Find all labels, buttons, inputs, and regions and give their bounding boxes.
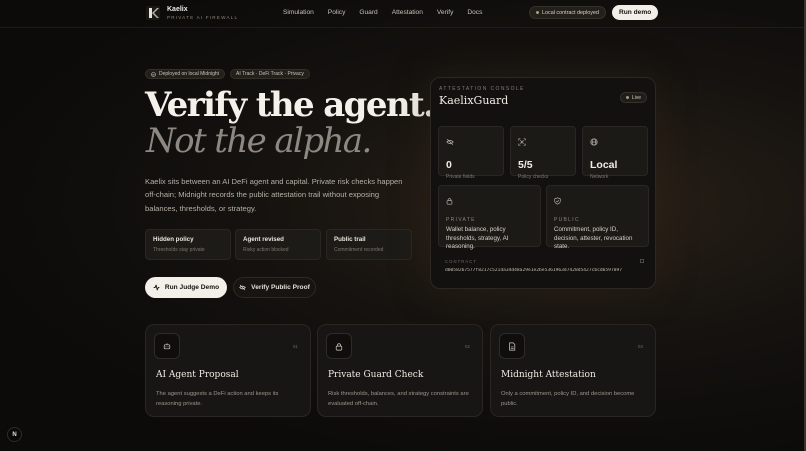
step-number: 01: [292, 344, 298, 349]
public-panel: PUBLIC Commitment, policy ID, decision, …: [546, 185, 649, 250]
bot-icon: [163, 343, 171, 350]
feature-title: Public trail: [334, 236, 366, 243]
feature-subtitle: Risky action blocked: [243, 247, 289, 253]
hero-title: Verify the agent.: [145, 85, 435, 125]
live-text: Live: [631, 94, 641, 101]
feature-card-agent-revised: Agent revised Risky action blocked: [235, 229, 321, 260]
step-description: The agent suggests a DeFi action and kee…: [156, 391, 279, 407]
step-title: AI Agent Proposal: [156, 370, 239, 380]
live-dot-icon: [625, 96, 629, 99]
private-heading: PRIVATE: [446, 217, 476, 223]
copy-icon[interactable]: [640, 259, 644, 263]
live-badge: Live: [619, 92, 647, 103]
step-description: Only a commitment, policy ID, and decisi…: [501, 391, 635, 407]
feature-card-hidden-policy: Hidden policy Thresholds stay private: [145, 229, 231, 260]
contract-status-badge: Local contract deployed: [529, 6, 606, 19]
contract-status-text: Local contract deployed: [542, 9, 599, 16]
nav-link-simulation[interactable]: Simulation: [283, 9, 314, 16]
nav-link-attestation[interactable]: Attestation: [392, 9, 423, 16]
stat-value: 0: [446, 159, 452, 171]
brand-tagline: PRIVATE AI FIREWALL: [167, 15, 239, 20]
private-text: Wallet balance, policy thresholds, strat…: [446, 226, 509, 251]
scan-icon: [518, 138, 526, 146]
nav-link-policy[interactable]: Policy: [328, 9, 346, 16]
brand[interactable]: Kaelix PRIVATE AI FIREWALL: [146, 5, 238, 21]
corner-badge[interactable]: N: [7, 427, 22, 442]
deployed-badge-text: Deployed on local Midnight: [159, 71, 220, 77]
stat-policy-checks: 5/5 Policy checks: [510, 126, 576, 180]
step-icon-box: [326, 333, 352, 359]
step-title: Private Guard Check: [328, 370, 424, 380]
top-nav: Kaelix PRIVATE AI FIREWALL Simulation Po…: [0, 0, 806, 27]
step-title: Midnight Attestation: [501, 370, 596, 380]
hero-subtitle: Not the alpha.: [146, 121, 372, 161]
attestation-console: ATTESTATION CONSOLE KaelixGuard Live 0 P…: [430, 77, 656, 289]
status-dot-icon: [536, 11, 539, 14]
nav-links: Simulation Policy Guard Attestation Veri…: [283, 9, 482, 16]
document-icon: [509, 342, 516, 350]
nav-link-docs[interactable]: Docs: [467, 9, 482, 16]
shield-check-icon: [554, 197, 561, 205]
eye-off-icon: [446, 138, 454, 146]
feature-subtitle: Thresholds stay private: [153, 247, 205, 253]
private-panel: PRIVATE Wallet balance, policy threshold…: [438, 185, 541, 250]
tracks-badge-text: AI Track · DeFi Track · Privacy: [236, 71, 304, 77]
stat-label: Policy checks: [518, 174, 549, 180]
feature-title: Hidden policy: [153, 236, 194, 243]
deployed-badge: Deployed on local Midnight: [145, 69, 226, 79]
verify-public-proof-button[interactable]: Verify Public Proof: [233, 277, 316, 298]
stat-label: Network: [590, 174, 609, 180]
stat-label: Private fields: [446, 174, 475, 180]
step-card-agent-proposal: 01 AI Agent Proposal The agent suggests …: [145, 324, 311, 417]
globe-icon: [590, 138, 598, 146]
feature-title: Agent revised: [243, 236, 284, 243]
public-heading: PUBLIC: [554, 217, 580, 223]
console-title: KaelixGuard: [439, 94, 509, 107]
stat-value: Local: [590, 159, 618, 171]
contract-address: CONTRACT d0058267577f8217c521da34d48a29e…: [445, 259, 644, 273]
check-circle-icon: [151, 71, 156, 77]
run-demo-button[interactable]: Run demo: [612, 5, 659, 20]
step-card-midnight-attestation: 03 Midnight Attestation Only a commitmen…: [490, 324, 656, 417]
brand-name: Kaelix: [167, 6, 188, 13]
step-icon-box: [154, 333, 180, 359]
lock-icon: [335, 342, 343, 350]
console-label: ATTESTATION CONSOLE: [439, 86, 525, 92]
step-description: Risk thresholds, balances, and strategy …: [328, 391, 469, 407]
tracks-badge: AI Track · DeFi Track · Privacy: [230, 69, 310, 79]
nav-link-guard[interactable]: Guard: [359, 9, 377, 16]
hero-description: Kaelix sits between an AI DeFi agent and…: [145, 177, 403, 213]
public-text: Commitment, policy ID, decision, atteste…: [554, 226, 633, 251]
nav-link-verify[interactable]: Verify: [437, 9, 454, 16]
feature-subtitle: Commitment recorded: [334, 247, 384, 253]
step-icon-box: [499, 333, 525, 359]
stat-private-fields: 0 Private fields: [438, 126, 504, 180]
lock-icon: [446, 198, 453, 205]
kaelix-logo-icon: [146, 6, 160, 20]
nav-divider: [0, 27, 806, 28]
step-card-guard-check: 02 Private Guard Check Risk thresholds, …: [317, 324, 483, 417]
eye-off-icon: [239, 284, 246, 291]
hero-badges: Deployed on local Midnight AI Track · De…: [145, 69, 310, 79]
contract-label: CONTRACT: [445, 259, 478, 264]
run-judge-demo-button[interactable]: Run Judge Demo: [145, 277, 227, 298]
verify-public-proof-label: Verify Public Proof: [251, 284, 310, 291]
step-number: 03: [637, 344, 643, 349]
activity-icon: [153, 284, 160, 291]
contract-value[interactable]: d0058267577f8217c521da34d48a29e1e2be5361…: [445, 268, 644, 273]
feature-card-public-trail: Public trail Commitment recorded: [326, 229, 412, 260]
step-number: 02: [464, 344, 470, 349]
run-judge-demo-label: Run Judge Demo: [164, 284, 220, 291]
stat-network: Local Network: [582, 126, 648, 180]
stat-value: 5/5: [518, 159, 533, 171]
